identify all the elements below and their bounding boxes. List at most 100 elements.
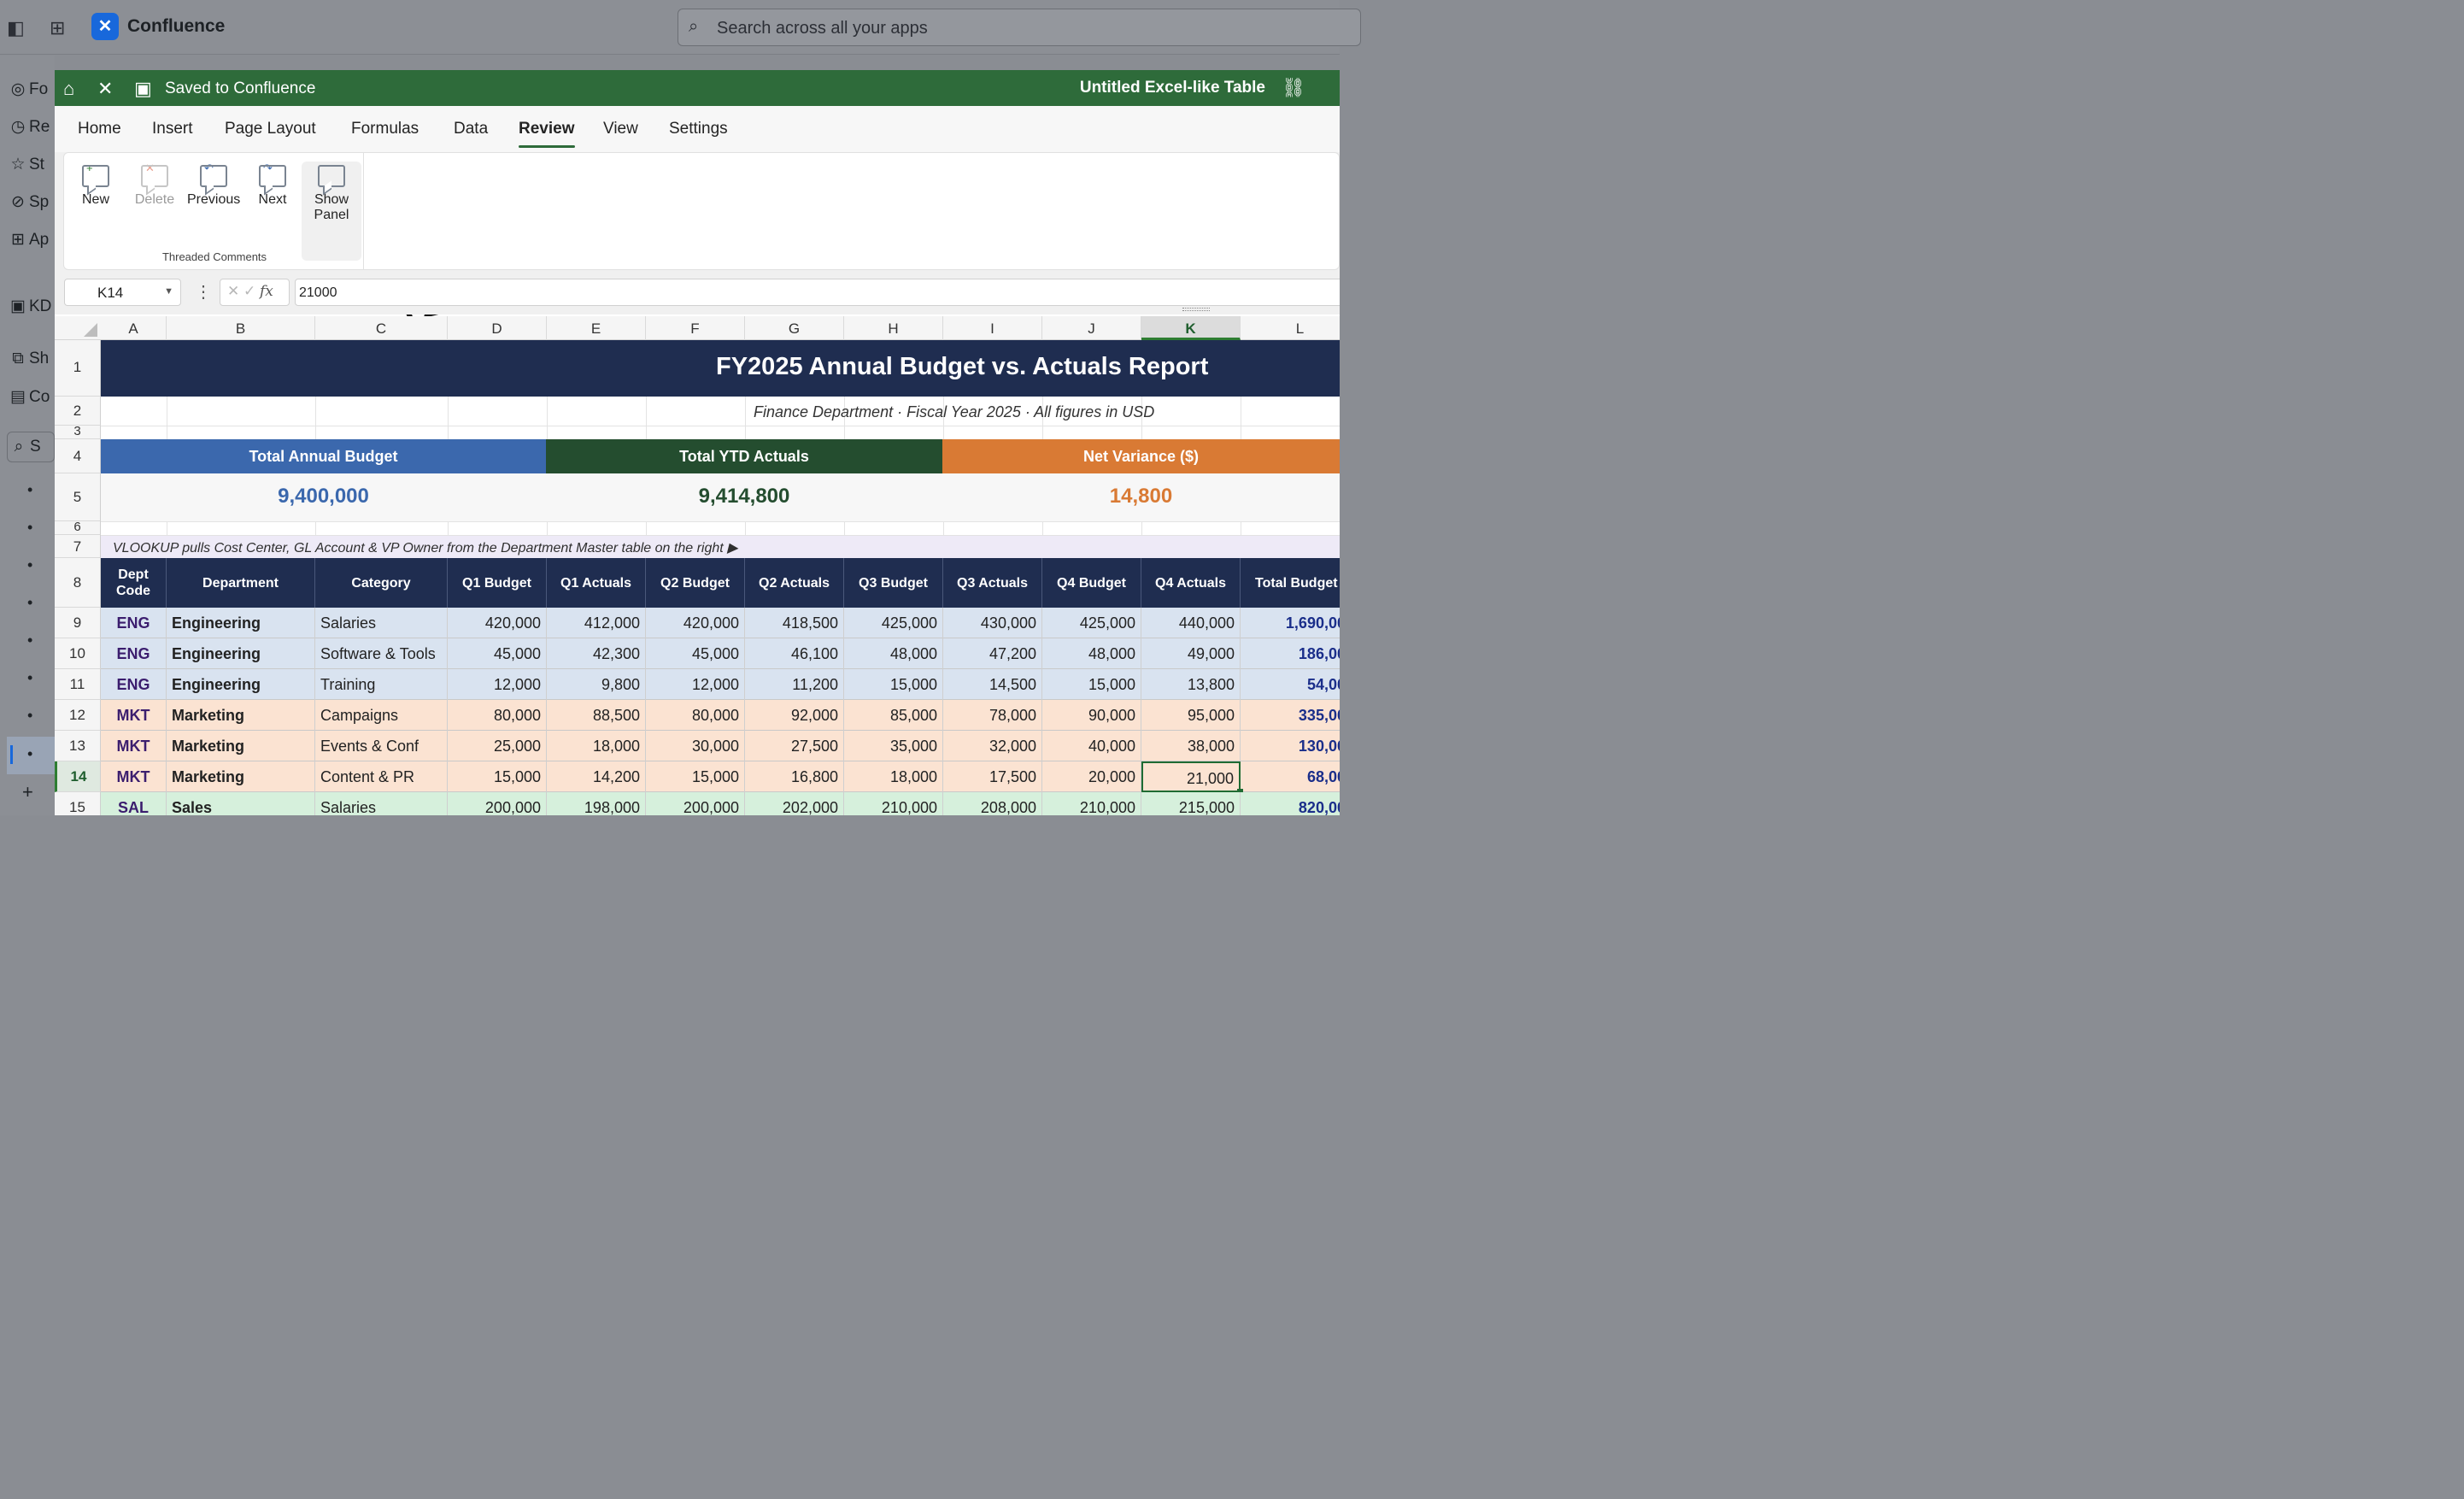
value-cell[interactable]: 200,000 <box>646 792 745 815</box>
resize-grip[interactable] <box>1182 308 1210 311</box>
category-cell[interactable]: Salaries <box>315 608 448 638</box>
confirm-edit-icon[interactable]: ✓ <box>243 283 255 299</box>
tree-bullet[interactable]: • <box>27 632 32 650</box>
row-header[interactable]: 11 <box>55 669 101 700</box>
value-cell[interactable]: 418,500 <box>745 608 844 638</box>
value-cell[interactable]: 48,000 <box>844 638 943 669</box>
category-cell[interactable]: Software & Tools <box>315 638 448 669</box>
value-cell[interactable]: 430,000 <box>943 608 1042 638</box>
value-cell[interactable]: 15,000 <box>646 761 745 792</box>
value-cell[interactable]: 49,000 <box>1141 638 1241 669</box>
category-cell[interactable]: Salaries <box>315 792 448 815</box>
value-cell[interactable]: 15,000 <box>844 669 943 700</box>
value-cell[interactable]: 200,000 <box>448 792 547 815</box>
value-cell[interactable]: 90,000 <box>1042 700 1141 731</box>
tab-insert[interactable]: Insert <box>152 120 193 138</box>
value-cell[interactable]: 38,000 <box>1141 731 1241 761</box>
row-header[interactable]: 6 <box>55 520 101 535</box>
total-budget-cell[interactable]: 1,690,000 <box>1241 608 1340 638</box>
value-cell[interactable]: 210,000 <box>844 792 943 815</box>
value-cell[interactable]: 48,000 <box>1042 638 1141 669</box>
kpi-value-ytd-actuals[interactable]: 9,414,800 <box>546 473 942 521</box>
new-comment-button[interactable]: + New <box>69 162 122 247</box>
confluence-icon[interactable]: ✕ <box>97 78 113 100</box>
column-header[interactable]: H <box>844 316 943 340</box>
value-cell[interactable]: 15,000 <box>1042 669 1141 700</box>
department-cell[interactable]: Engineering <box>167 638 315 669</box>
dept-code-cell[interactable]: ENG <box>101 638 167 669</box>
sidebar-item-starred[interactable]: ☆ St <box>7 155 55 180</box>
kpi-header-ytd-actuals[interactable]: Total YTD Actuals <box>546 439 942 473</box>
value-cell[interactable]: 13,800 <box>1141 669 1241 700</box>
dept-code-cell[interactable]: MKT <box>101 761 167 792</box>
sidebar-toggle-icon[interactable]: ◧ <box>7 17 25 39</box>
value-cell[interactable]: 42,300 <box>547 638 646 669</box>
value-cell[interactable]: 20,000 <box>1042 761 1141 792</box>
table-header[interactable]: Q3 Actuals <box>943 558 1042 608</box>
total-budget-cell[interactable]: 335,000 <box>1241 700 1340 731</box>
column-header[interactable]: C <box>315 316 448 340</box>
row-header[interactable]: 4 <box>55 439 101 473</box>
value-cell[interactable]: 46,100 <box>745 638 844 669</box>
table-header[interactable]: Dept Code <box>101 558 167 608</box>
department-cell[interactable]: Engineering <box>167 669 315 700</box>
table-header[interactable]: Category <box>315 558 448 608</box>
sidebar-item-content[interactable]: ▤ Co <box>7 387 55 413</box>
row-header[interactable]: 12 <box>55 700 101 731</box>
department-cell[interactable]: Marketing <box>167 700 315 731</box>
tree-bullet[interactable]: • <box>27 707 32 725</box>
category-cell[interactable]: Campaigns <box>315 700 448 731</box>
sidebar-search-input[interactable]: ⌕ S <box>7 432 55 462</box>
table-header[interactable]: Q4 Actuals <box>1141 558 1241 608</box>
value-cell[interactable]: 12,000 <box>646 669 745 700</box>
add-page-button[interactable]: + <box>22 781 33 803</box>
value-cell[interactable]: 18,000 <box>844 761 943 792</box>
app-switcher-icon[interactable]: ⊞ <box>50 17 65 39</box>
tab-settings[interactable]: Settings <box>669 120 728 138</box>
sidebar-item-for-you[interactable]: ◎ Fo <box>7 79 55 105</box>
row-header[interactable]: 3 <box>55 425 101 439</box>
value-cell[interactable]: 80,000 <box>646 700 745 731</box>
value-cell[interactable]: 440,000 <box>1141 608 1241 638</box>
row-header[interactable]: 10 <box>55 638 101 669</box>
dept-code-cell[interactable]: ENG <box>101 608 167 638</box>
value-cell[interactable]: 78,000 <box>943 700 1042 731</box>
table-header[interactable]: Q1 Actuals <box>547 558 646 608</box>
column-header[interactable]: J <box>1042 316 1141 340</box>
value-cell[interactable]: 40,000 <box>1042 731 1141 761</box>
table-header[interactable]: Q1 Budget <box>448 558 547 608</box>
confluence-logo-icon[interactable]: ✕ <box>91 13 119 40</box>
row-header[interactable]: 7 <box>55 535 101 558</box>
row-header[interactable]: 13 <box>55 731 101 761</box>
value-cell[interactable]: 210,000 <box>1042 792 1141 815</box>
tab-view[interactable]: View <box>603 120 638 138</box>
previous-comment-button[interactable]: ↶ Previous <box>187 162 240 247</box>
column-header[interactable]: A <box>101 316 167 340</box>
link-icon[interactable]: ⛓ <box>1282 77 1305 99</box>
value-cell[interactable]: 16,800 <box>745 761 844 792</box>
row-header-selected[interactable]: 14 <box>55 761 101 792</box>
category-cell[interactable]: Content & PR <box>315 761 448 792</box>
tab-formulas[interactable]: Formulas <box>351 120 419 138</box>
value-cell[interactable]: 14,200 <box>547 761 646 792</box>
value-cell[interactable]: 80,000 <box>448 700 547 731</box>
dept-code-cell[interactable]: SAL <box>101 792 167 815</box>
tab-home[interactable]: Home <box>78 120 121 138</box>
department-cell[interactable]: Marketing <box>167 761 315 792</box>
value-cell[interactable]: 215,000 <box>1141 792 1241 815</box>
document-title[interactable]: Untitled Excel-like Table <box>1080 79 1265 97</box>
column-header[interactable]: D <box>448 316 547 340</box>
value-cell[interactable]: 420,000 <box>448 608 547 638</box>
home-icon[interactable]: ⌂ <box>63 78 74 100</box>
global-search-input[interactable]: ⌕ Search across all your apps <box>678 9 1361 46</box>
tree-bullet[interactable]: • <box>27 594 32 612</box>
row-header[interactable]: 9 <box>55 608 101 638</box>
value-cell[interactable]: 425,000 <box>1042 608 1141 638</box>
column-header[interactable]: F <box>646 316 745 340</box>
value-cell[interactable]: 25,000 <box>448 731 547 761</box>
value-cell[interactable]: 45,000 <box>448 638 547 669</box>
delete-comment-button[interactable]: ✕ Delete <box>128 162 181 247</box>
selected-cell[interactable]: 21,000 <box>1141 761 1241 792</box>
value-cell[interactable]: 14,500 <box>943 669 1042 700</box>
value-cell[interactable]: 17,500 <box>943 761 1042 792</box>
